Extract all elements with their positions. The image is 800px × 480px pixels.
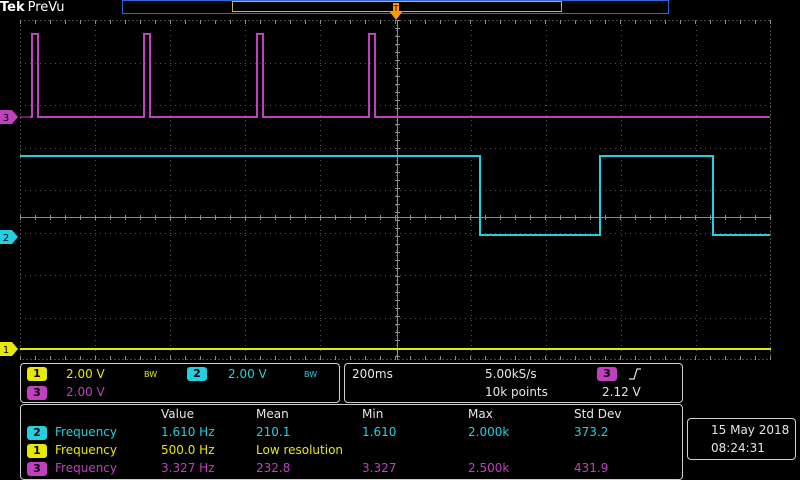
channel-1-badge[interactable]: 1: [27, 367, 47, 381]
time-display: 08:24:31: [711, 441, 765, 455]
rising-edge-icon: [628, 366, 642, 385]
measurement-header-value: Value: [161, 407, 194, 421]
channel-3-scale: 2.00 V: [66, 385, 105, 399]
record-length: 10k points: [485, 385, 548, 399]
channel-2-trace: [20, 155, 770, 236]
measurement-row-channel-badge[interactable]: 2: [27, 426, 47, 440]
measurement-row-name: Frequency: [55, 443, 117, 457]
measurement-row-std-dev: 431.9: [574, 461, 609, 475]
channel-3-badge[interactable]: 3: [27, 386, 47, 400]
channel-2-waveform: [20, 155, 770, 236]
date-display: 15 May 2018: [711, 423, 790, 437]
channel-2-marker-icon: 2: [0, 230, 18, 244]
trigger-source-badge[interactable]: 3: [597, 367, 617, 381]
measurement-row-mean: Low resolution: [256, 443, 344, 457]
measurement-row-max: 2.500k: [468, 461, 510, 475]
channel-1-scale: 2.00 V: [66, 367, 105, 381]
channel-2-bw-limit: BW: [304, 370, 318, 379]
measurement-row-value: 3.327 Hz: [161, 461, 215, 475]
svg-text:T: T: [393, 4, 399, 13]
measurement-row-mean: 210.1: [256, 425, 291, 439]
brand-name: Tek: [0, 0, 25, 15]
svg-text:2: 2: [3, 233, 9, 244]
channel-3-marker[interactable]: 3: [0, 110, 18, 124]
measurement-header-std-dev: Std Dev: [574, 407, 622, 421]
measurement-row-channel-badge[interactable]: 1: [27, 444, 47, 458]
channel-1-marker-icon: 1: [0, 342, 18, 356]
waveform-graticule[interactable]: [20, 20, 771, 360]
channel-1-marker[interactable]: 1: [0, 342, 18, 356]
measurement-row-min: 1.610: [362, 425, 397, 439]
channel-2-marker[interactable]: 2: [0, 230, 18, 244]
sample-rate: 5.00kS/s: [485, 367, 537, 381]
timebase-value: 200ms: [352, 367, 393, 381]
channel-1-bw-limit: BW: [144, 370, 158, 379]
measurement-row-name: Frequency: [55, 425, 117, 439]
trigger-level: 2.12 V: [602, 385, 641, 399]
measurement-row-max: 2.000k: [468, 425, 510, 439]
brand-label: Tek PreVu: [0, 0, 65, 15]
svg-text:3: 3: [3, 113, 9, 124]
acquisition-mode: PreVu: [27, 0, 65, 15]
svg-text:1: 1: [3, 345, 9, 356]
measurement-row-channel-badge[interactable]: 3: [27, 462, 47, 476]
channel-3-waveform: [20, 33, 770, 118]
measurement-row-mean: 232.8: [256, 461, 291, 475]
channel-2-badge[interactable]: 2: [187, 367, 207, 381]
channel-2-scale: 2.00 V: [228, 367, 267, 381]
measurement-header-mean: Mean: [256, 407, 289, 421]
measurement-row-std-dev: 373.2: [574, 425, 609, 439]
channel-3-marker-icon: 3: [0, 110, 18, 124]
measurement-header-min: Min: [362, 407, 384, 421]
measurement-row-name: Frequency: [55, 461, 117, 475]
measurement-header-max: Max: [468, 407, 493, 421]
measurement-row-value: 1.610 Hz: [161, 425, 215, 439]
measurement-row-min: 3.327: [362, 461, 397, 475]
channel-3-trace: [30, 33, 770, 118]
graticule-grid: [20, 20, 771, 360]
measurement-row-value: 500.0 Hz: [161, 443, 215, 457]
